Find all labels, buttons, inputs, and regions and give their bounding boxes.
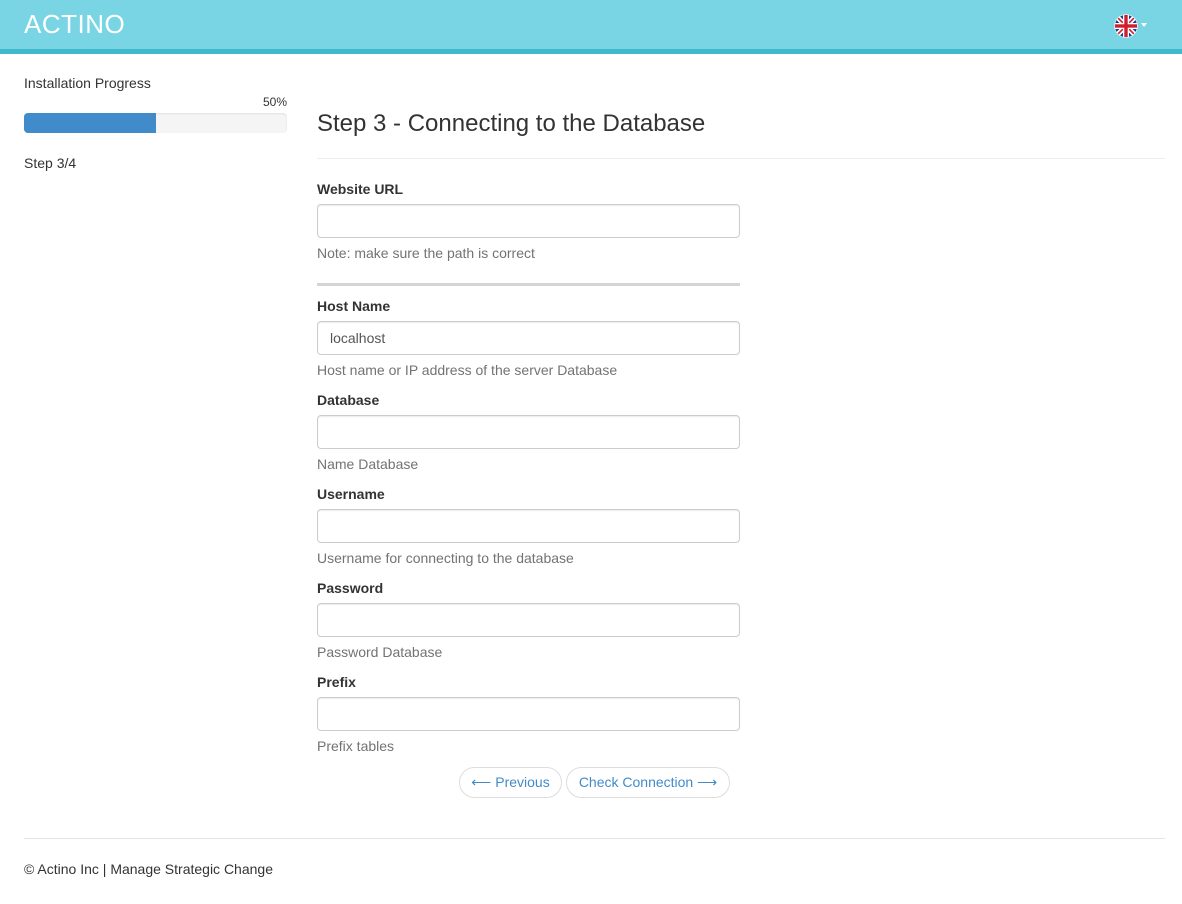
website-url-help: Note: make sure the path is correct <box>317 245 535 261</box>
top-navbar: ACTINO <box>0 0 1182 54</box>
check-connection-button[interactable]: Check Connection ⟶ <box>566 767 730 798</box>
language-selector[interactable] <box>1114 14 1148 38</box>
step-counter: Step 3/4 <box>24 155 77 171</box>
host-name-label: Host Name <box>317 298 391 314</box>
prefix-help: Prefix tables <box>317 738 395 754</box>
prefix-label: Prefix <box>317 674 356 690</box>
progress-bar-track <box>24 113 287 133</box>
progress-percent-label: 50% <box>262 95 287 109</box>
title-divider <box>317 158 1165 159</box>
host-name-help: Host name or IP address of the server Da… <box>317 362 618 378</box>
footer-divider <box>24 838 1165 839</box>
website-url-label: Website URL <box>317 181 404 197</box>
database-help: Name Database <box>317 456 419 472</box>
footer-copyright: © Actino Inc | Manage Strategic Change <box>24 861 273 877</box>
password-help: Password Database <box>317 644 443 660</box>
database-input[interactable] <box>317 415 740 449</box>
username-input[interactable] <box>317 509 740 543</box>
page-title: Step 3 - Connecting to the Database <box>317 110 706 137</box>
prefix-input[interactable] <box>317 697 740 731</box>
chevron-down-icon <box>1141 23 1147 27</box>
password-label: Password <box>317 580 384 596</box>
username-help: Username for connecting to the database <box>317 550 574 566</box>
uk-flag-icon <box>1114 14 1138 38</box>
brand-logo[interactable]: ACTINO <box>24 9 125 40</box>
password-input[interactable] <box>317 603 740 637</box>
progress-bar-fill <box>24 113 156 133</box>
website-url-input[interactable] <box>317 204 740 238</box>
previous-button[interactable]: ⟵ Previous <box>459 767 562 798</box>
installation-progress-title: Installation Progress <box>24 75 151 91</box>
database-label: Database <box>317 392 380 408</box>
username-label: Username <box>317 486 385 502</box>
host-name-input[interactable] <box>317 321 740 355</box>
section-divider <box>317 283 740 286</box>
